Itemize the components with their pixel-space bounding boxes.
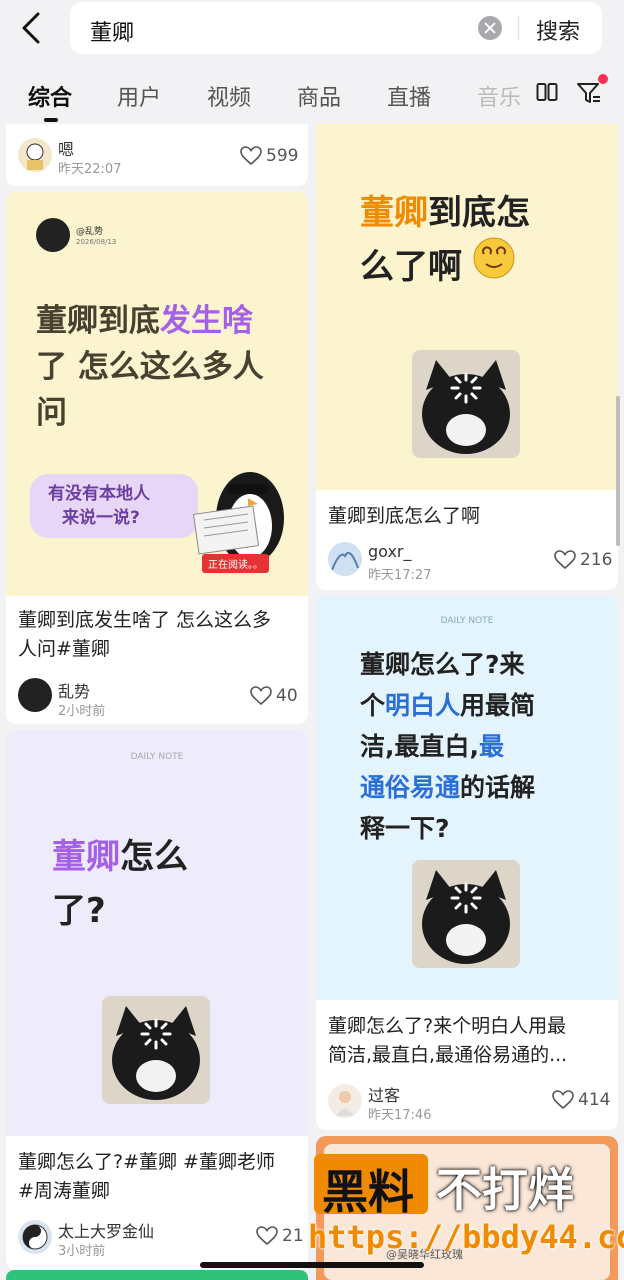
note-card[interactable]: 董卿到底怎 么了啊 董卿到底怎么了啊 goxr_ 昨天17:27 216: [316, 124, 618, 590]
watermark-text-a: 黑料: [322, 1165, 414, 1219]
avatar[interactable]: [18, 678, 52, 712]
heart-icon[interactable]: [250, 686, 272, 706]
scrollbar[interactable]: [616, 396, 620, 546]
back-arrow-icon[interactable]: [16, 10, 52, 46]
heart-icon[interactable]: [256, 1226, 278, 1246]
author-name[interactable]: 太上大罗金仙: [58, 1218, 154, 1242]
cover-date: 2026/08/13: [76, 238, 117, 246]
tab-all[interactable]: 综合: [28, 80, 72, 112]
tab-users[interactable]: 用户: [117, 80, 161, 112]
watermark-overlay: 黑料 不打烊 https://bbdy44.com: [300, 1148, 624, 1268]
heart-icon[interactable]: [554, 550, 576, 570]
avatar[interactable]: [18, 138, 52, 172]
note-cover: DAILY NOTE 董卿怎么 了?: [6, 730, 308, 1136]
author-name[interactable]: 过客: [368, 1082, 400, 1106]
tab-live[interactable]: 直播: [387, 80, 431, 112]
heart-icon[interactable]: [240, 146, 262, 166]
cover-avatar: [36, 218, 70, 252]
bottom-green-bar: [6, 1270, 308, 1280]
author-name[interactable]: 乱势: [58, 678, 90, 702]
cover-headline: 董卿怎么 了?: [52, 837, 188, 931]
tab-underline: [44, 118, 58, 122]
notification-dot: [598, 74, 608, 84]
loading-cat-image: [412, 350, 520, 458]
note-title: 董卿到底发生啥了 怎么这么多 人问#董卿: [18, 609, 272, 660]
avatar[interactable]: [328, 1084, 362, 1118]
note-title: 董卿到底怎么了啊: [328, 505, 481, 527]
tab-music[interactable]: 音乐: [477, 80, 523, 112]
layout-toggle-icon[interactable]: [536, 82, 558, 104]
speech-bubble: 有没有本地人 来说一说?: [30, 474, 198, 538]
home-indicator[interactable]: [200, 1262, 424, 1268]
like-count: 414: [578, 1090, 611, 1110]
author-name[interactable]: 嗯: [58, 136, 74, 160]
note-card[interactable]: DAILY NOTE 董卿怎么 了? 董卿怎么了?#董卿 #董卿老师#周涛董卿: [6, 730, 308, 1270]
note-title: 董卿怎么了?#董卿 #董卿老师 #周涛董卿: [18, 1151, 275, 1202]
cover-handle: @乱势: [76, 227, 104, 237]
watermark-text-b: 不打烊: [436, 1163, 574, 1217]
note-card[interactable]: @乱势 2026/08/13 董卿到底发生啥 了 怎么这么多人 问 有没有本地人…: [6, 192, 308, 724]
post-time: 3小时前: [58, 1244, 106, 1259]
clear-icon[interactable]: [478, 16, 502, 40]
post-time: 昨天22:07: [58, 162, 122, 177]
loading-cat-image: [412, 860, 520, 968]
cover-tag: DAILY NOTE: [440, 616, 494, 626]
avatar[interactable]: [328, 542, 362, 576]
post-time: 昨天17:46: [368, 1108, 432, 1123]
top-bar: 董卿 搜索: [0, 0, 624, 62]
note-cover: 董卿到底怎 么了啊: [316, 124, 618, 490]
note-cover: DAILY NOTE 董卿怎么了?来 个明白人用最简 洁,最直白,最 通俗易通的…: [316, 596, 618, 1000]
heart-icon[interactable]: [552, 1090, 574, 1110]
tab-videos[interactable]: 视频: [207, 80, 251, 112]
loading-cat-image: [102, 996, 210, 1104]
dizzy-face-emoji-icon: [473, 237, 515, 279]
note-title: 董卿怎么了?来个明白人用最 简洁,最直白,最通俗易通的...: [328, 1015, 568, 1066]
avatar[interactable]: [18, 1220, 52, 1254]
cover-headline: 董卿怎么了?来 个明白人用最简 洁,最直白,最 通俗易通的话解 释一下?: [360, 650, 536, 843]
note-cover: @乱势 2026/08/13 董卿到底发生啥 了 怎么这么多人 问 有没有本地人…: [6, 192, 308, 596]
note-card[interactable]: 嗯 昨天22:07 599: [6, 124, 308, 186]
cover-headline: 董卿到底发生啥 了 怎么这么多人 问: [36, 303, 264, 431]
filter-icon[interactable]: [576, 80, 602, 106]
like-count: 40: [276, 686, 298, 706]
search-button[interactable]: 搜索: [536, 14, 580, 46]
tab-bar: 综合 用户 视频 商品 直播 音乐: [0, 66, 624, 122]
search-query: 董卿: [90, 21, 135, 46]
post-time: 2小时前: [58, 704, 106, 719]
tab-products[interactable]: 商品: [297, 80, 341, 112]
note-card[interactable]: DAILY NOTE 董卿怎么了?来 个明白人用最简 洁,最直白,最 通俗易通的…: [316, 596, 618, 1130]
author-name[interactable]: goxr_: [368, 542, 412, 561]
watermark-url: https://bbdy44.com: [308, 1218, 624, 1256]
divider: [518, 16, 519, 40]
cover-tag: DAILY NOTE: [130, 752, 184, 762]
search-input[interactable]: 董卿 搜索: [70, 2, 602, 54]
reading-label: 正在阅读。。: [202, 554, 269, 573]
like-count: 599: [266, 146, 299, 166]
post-time: 昨天17:27: [368, 568, 432, 583]
like-count: 216: [580, 550, 613, 570]
